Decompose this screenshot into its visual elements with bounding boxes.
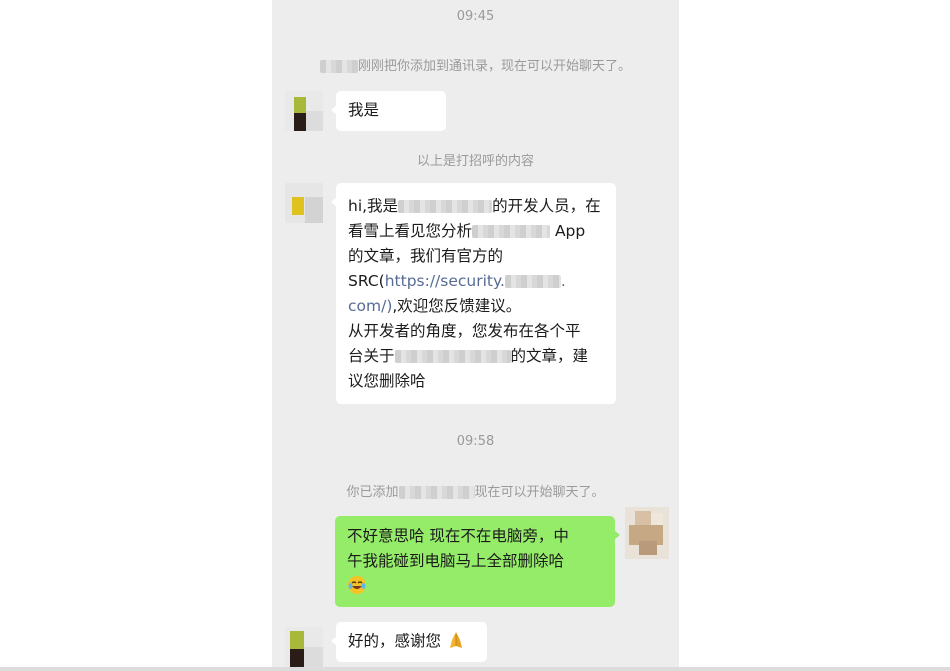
- avatar[interactable]: [285, 183, 323, 223]
- message-bubble[interactable]: hi,我是 的开发人员，在 看雪上看见您分析 App 的文章，我们有官方的 SRC…: [331, 183, 616, 404]
- own-avatar[interactable]: [625, 507, 669, 559]
- redacted-text: [394, 350, 511, 363]
- message-text: 好的，感谢您: [348, 632, 442, 650]
- praying-hands-emoji: [449, 632, 462, 648]
- avatar-image: [285, 91, 323, 131]
- avatar-image: [285, 627, 323, 667]
- avatar[interactable]: [285, 627, 323, 667]
- own-message-bubble[interactable]: 不好意思哈 现在不在电脑旁，中 午我能碰到电脑马上全部删除哈: [335, 516, 620, 607]
- message-line: 台关于 的文章，建: [348, 347, 589, 365]
- message-line: com/),欢迎您反馈建议。: [348, 297, 522, 315]
- timestamp: 09:58: [456, 434, 495, 449]
- laughing-crying-emoji: [348, 576, 366, 594]
- redacted-text: [398, 200, 493, 213]
- timestamp: 09:45: [456, 9, 495, 24]
- message-line: 议您删除哈: [348, 372, 426, 390]
- src-link[interactable]: com/): [348, 297, 392, 315]
- avatar-image: [625, 507, 669, 559]
- bottom-edge: [0, 667, 950, 671]
- system-message-text: 刚刚把你添加到通讯录，现在可以开始聊天了。: [357, 59, 631, 74]
- redacted-text: [472, 225, 551, 238]
- message-line: 午我能碰到电脑马上全部删除哈: [347, 552, 565, 570]
- redacted-name: [398, 486, 475, 499]
- redacted-text: [504, 275, 561, 288]
- message-bubble[interactable]: 我是: [331, 91, 446, 131]
- message-line: 从开发者的角度，您发布在各个平: [348, 322, 581, 340]
- message-line: 不好意思哈 现在不在电脑旁，中: [347, 527, 569, 545]
- message-line: [347, 574, 603, 599]
- message-line: hi,我是 的开发人员，在: [348, 197, 601, 215]
- message-line: 的文章，我们有官方的: [348, 247, 504, 265]
- avatar[interactable]: [285, 91, 323, 131]
- redacted-name: [319, 60, 358, 73]
- system-message-added: 你已添加 现在可以开始聊天了。: [346, 485, 605, 500]
- greeting-divider: 以上是打招呼的内容: [416, 154, 534, 169]
- chat-screen: 09:45 刚刚把你添加到通讯录，现在可以开始聊天了。 我是 以上是打招呼的内容…: [272, 0, 679, 671]
- message-text: 我是: [348, 101, 380, 119]
- system-message-added: 刚刚把你添加到通讯录，现在可以开始聊天了。: [272, 55, 679, 74]
- message-bubble[interactable]: 好的，感谢您: [331, 622, 487, 662]
- avatar-image: [285, 183, 323, 223]
- message-line: 看雪上看见您分析 App: [348, 222, 586, 240]
- src-link[interactable]: https://security.: [385, 272, 505, 290]
- message-line: SRC(https://security..: [348, 272, 566, 290]
